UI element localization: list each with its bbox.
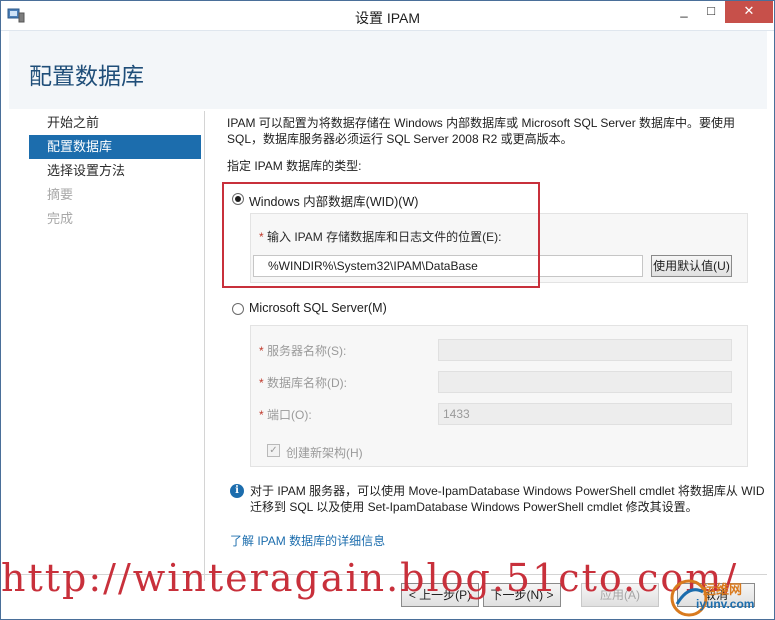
footer-divider (9, 574, 767, 575)
previous-button[interactable]: < 上一步(P) (401, 583, 479, 607)
description-text: IPAM 可以配置为将数据存储在 Windows 内部数据库或 Microsof… (227, 116, 736, 146)
required-mark: * (259, 344, 264, 358)
next-button[interactable]: 下一步(N) > (483, 583, 561, 607)
create-schema-label[interactable]: 创建新架构(H) (286, 444, 363, 461)
server-name-label: * 服务器名称(S): (259, 342, 346, 359)
header-band: 配置数据库 (9, 31, 767, 109)
nav-divider (204, 111, 205, 581)
close-button[interactable]: ✕ (725, 1, 773, 23)
required-mark: * (259, 376, 264, 390)
learn-more-link[interactable]: 了解 IPAM 数据库的详细信息 (230, 532, 385, 549)
create-schema-checkbox[interactable]: ✓ (267, 444, 280, 457)
database-type-prompt: 指定 IPAM 数据库的类型: (227, 159, 362, 173)
logo-text-domain: iyunv.com (696, 597, 755, 611)
nav-item-select-provisioning[interactable]: 选择设置方法 (29, 159, 201, 183)
info-text: 对于 IPAM 服务器，可以使用 Move-IpamDatabase Windo… (250, 484, 765, 514)
port-label-text: 端口(O): (267, 408, 312, 422)
logo-text-cn: 运维网 (703, 582, 743, 597)
setup-window: 设置 IPAM _ □ ✕ 配置数据库 开始之前 配置数据库 选择设置方法 摘要… (0, 0, 775, 620)
minimize-button[interactable]: _ (671, 1, 697, 23)
apply-button: 应用(A) (581, 583, 659, 607)
window-title: 设置 IPAM (354, 10, 421, 26)
server-name-label-text: 服务器名称(S): (267, 344, 347, 358)
wizard-nav: 开始之前 配置数据库 选择设置方法 摘要 完成 (29, 111, 201, 231)
server-name-input[interactable] (438, 339, 732, 361)
nav-item-before-you-begin[interactable]: 开始之前 (29, 111, 201, 135)
database-name-input[interactable] (438, 371, 732, 393)
annotation-highlight (222, 182, 540, 288)
nav-item-completion: 完成 (47, 211, 74, 226)
title-bar[interactable]: 设置 IPAM _ □ ✕ (1, 1, 774, 31)
database-name-label: * 数据库名称(D): (259, 374, 347, 391)
sql-option-label[interactable]: Microsoft SQL Server(M) (249, 301, 387, 315)
nav-item-configure-database[interactable]: 配置数据库 (29, 135, 201, 159)
port-input[interactable]: 1433 (438, 403, 732, 425)
database-name-label-text: 数据库名称(D): (267, 376, 348, 390)
nav-item-summary: 摘要 (47, 187, 74, 202)
sql-radio[interactable] (232, 303, 244, 315)
page-title: 配置数据库 (29, 63, 144, 89)
maximize-button[interactable]: □ (698, 1, 724, 23)
info-icon: i (230, 484, 244, 498)
required-mark: * (259, 408, 264, 422)
port-label: * 端口(O): (259, 406, 312, 423)
use-default-button[interactable]: 使用默认值(U) (651, 255, 732, 277)
